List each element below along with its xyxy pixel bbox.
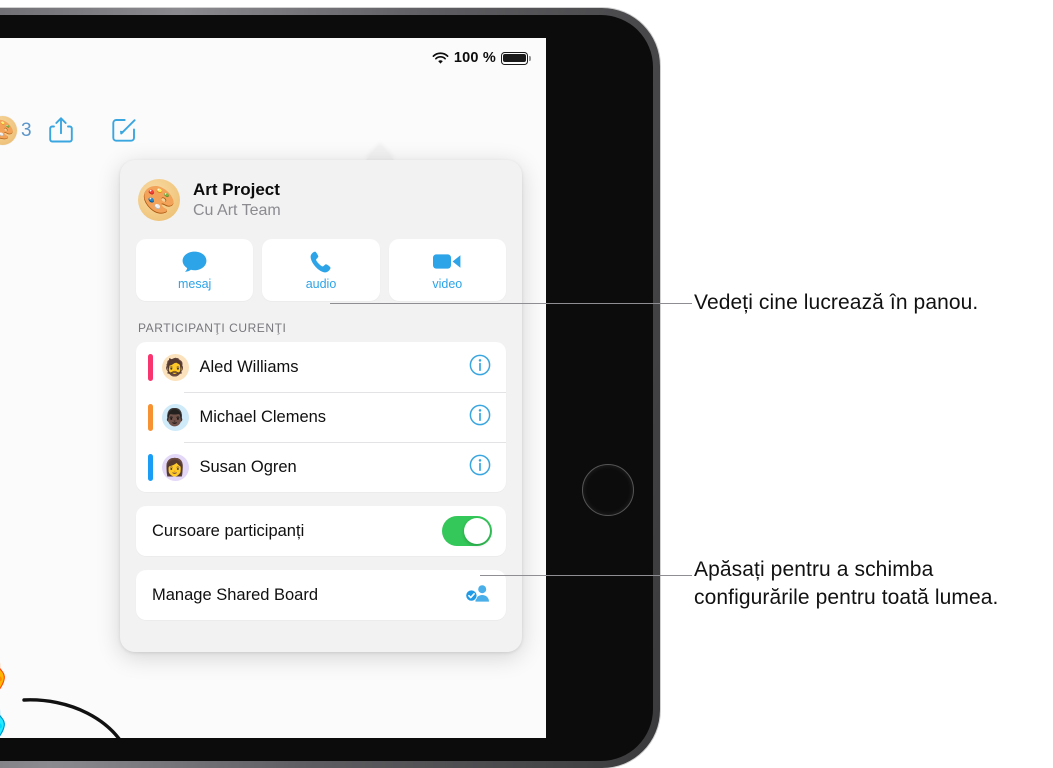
popover-arrow (365, 145, 395, 161)
participant-color-bar (148, 403, 153, 431)
info-icon[interactable] (469, 454, 491, 481)
project-subtitle: Cu Art Team (193, 201, 281, 219)
compose-icon (112, 119, 136, 142)
quick-actions: mesaj audio video (120, 221, 522, 301)
popover-header: 🎨 Art Project Cu Art Team (120, 160, 522, 221)
participant-name: Michael Clemens (199, 407, 327, 426)
home-button[interactable] (582, 464, 634, 516)
avatar: 🧔 (161, 353, 189, 381)
video-action-button[interactable]: video (388, 239, 506, 301)
info-icon[interactable] (469, 404, 491, 431)
participant-color-bar (148, 353, 153, 381)
cursors-toggle[interactable] (442, 516, 492, 546)
manage-label: Manage Shared Board (152, 585, 319, 604)
audio-action-button[interactable]: audio (262, 239, 380, 301)
battery-percent: 100 % (453, 50, 496, 66)
callout-leader-line (480, 575, 692, 576)
battery-icon (501, 51, 531, 65)
compose-button[interactable] (110, 116, 138, 144)
project-title: Art Project (193, 179, 280, 199)
message-action-label: mesaj (177, 276, 212, 291)
collaboration-popover: 🎨 Art Project Cu Art Team mesaj audio vi… (120, 160, 522, 652)
message-bubble-icon (181, 250, 208, 274)
ipad-screen: 100 % A (0, 38, 546, 738)
callout-text: Apăsați pentru a schimba configurările p… (694, 558, 999, 609)
toolbar: A 🎨 3 (0, 116, 546, 162)
collaborators-avatar: 🎨 (0, 116, 17, 145)
table-row[interactable]: 🧔 Aled Williams (136, 342, 506, 392)
manage-participants-icon[interactable] (464, 583, 492, 608)
avatar: 👩 (161, 453, 189, 481)
avatar: 👨🏿 (161, 403, 189, 431)
audio-action-label: audio (305, 276, 337, 291)
video-action-label: video (432, 276, 463, 291)
participants-list: 🧔 Aled Williams 👨🏿 Michael Clemens 👩 Sus… (136, 342, 506, 492)
project-avatar: 🎨 (138, 179, 180, 221)
share-button[interactable] (48, 116, 74, 144)
table-row[interactable]: 👨🏿 Michael Clemens (136, 392, 506, 442)
wifi-icon (432, 51, 449, 64)
fist-drawings: ✊✊ (0, 654, 10, 738)
manage-shared-board-row[interactable]: Manage Shared Board (136, 570, 506, 620)
callout-text: Vedeți cine lucrează în panou. (694, 291, 979, 314)
message-action-button[interactable]: mesaj (136, 239, 254, 301)
row-divider (184, 392, 506, 393)
participant-name: Susan Ogren (199, 457, 297, 476)
fist-icon-orange: ✊ (0, 656, 10, 700)
section-title: PARTICIPANŢI CURENŢI (138, 321, 287, 335)
row-divider (184, 442, 506, 443)
collaborators-button[interactable]: 🎨 3 (0, 116, 32, 145)
arrow-drawing (22, 698, 121, 738)
phone-icon (309, 250, 332, 274)
participant-count: 3 (21, 119, 32, 141)
topics-list: Community Inclusion Food History 🌍 Local… (0, 642, 121, 738)
share-icon (49, 117, 73, 143)
callout-leader-line (330, 303, 692, 304)
table-row[interactable]: 👩 Susan Ogren (136, 442, 506, 492)
fist-icon-blue: ✊ (0, 703, 10, 738)
cursors-label: Cursoare participanți (152, 521, 305, 540)
participant-color-bar (148, 453, 153, 481)
video-camera-icon (432, 250, 462, 274)
participant-name: Aled Williams (199, 357, 299, 376)
info-icon[interactable] (469, 354, 491, 381)
cursors-row[interactable]: Cursoare participanți (136, 506, 506, 556)
status-bar: 100 % (432, 50, 531, 66)
